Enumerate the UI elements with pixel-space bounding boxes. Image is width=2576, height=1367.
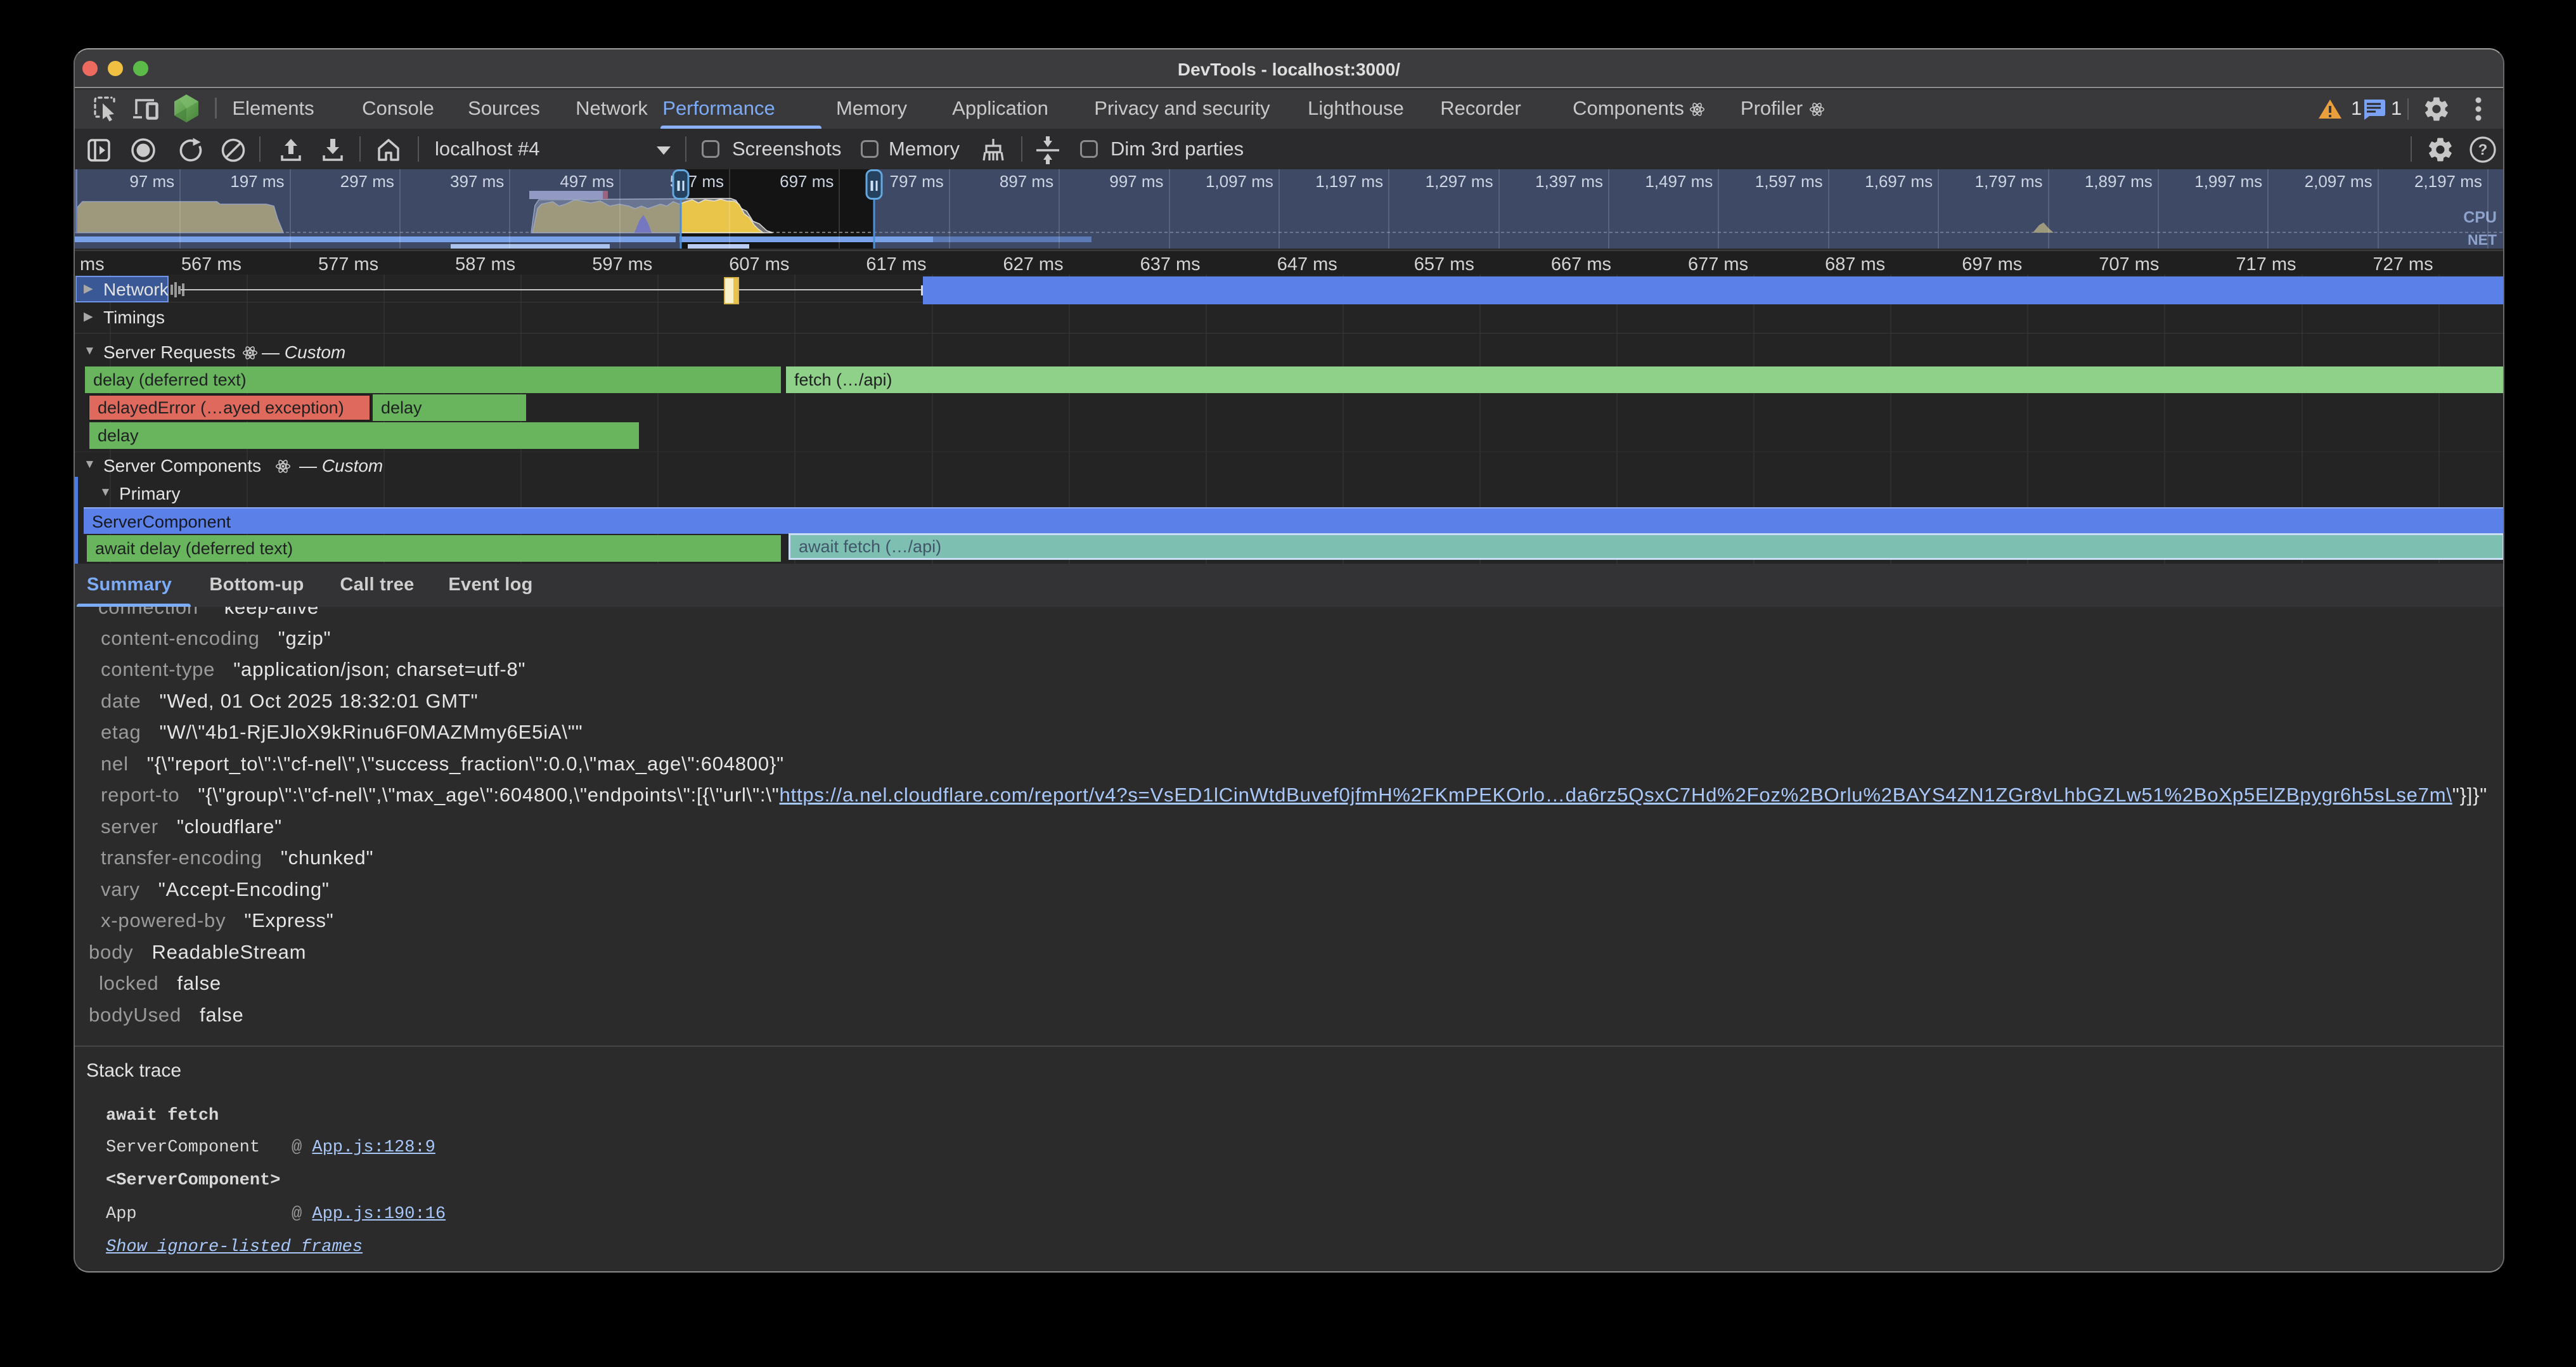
svg-text:?: ? (2478, 141, 2488, 159)
